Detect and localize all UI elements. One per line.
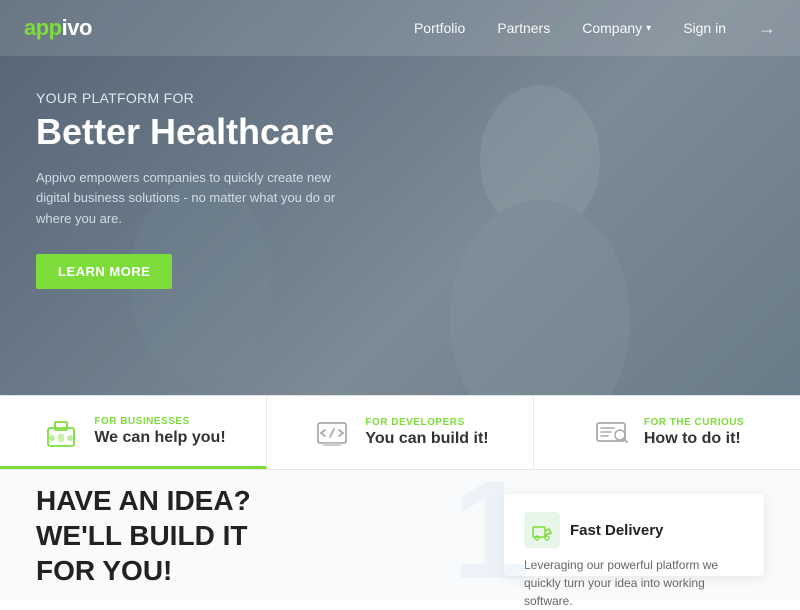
tab-curious-label: FOR THE CURIOUS — [644, 417, 744, 428]
tab-developers-text: FOR DEVELOPERS You can build it! — [365, 417, 488, 448]
tab-businesses-desc: We can help you! — [94, 429, 225, 447]
tab-developers-label: FOR DEVELOPERS — [365, 417, 488, 428]
tab-businesses-label: FOR BUSINESSES — [94, 416, 225, 427]
developers-icon — [311, 412, 353, 454]
tab-developers[interactable]: FOR DEVELOPERS You can build it! — [267, 396, 534, 469]
nav-company-link[interactable]: Company ▾ — [582, 20, 651, 36]
bottom-headline: HAVE AN IDEA? WE'LL BUILD IT FOR YOU! — [36, 483, 472, 588]
hero-subtitle: YOUR PLATFORM FOR — [36, 90, 336, 106]
businesses-icon — [40, 410, 82, 452]
hero-description: Appivo empowers companies to quickly cre… — [36, 168, 336, 230]
tab-businesses[interactable]: FOR BUSINESSES We can help you! — [0, 396, 267, 469]
tab-curious-text: FOR THE CURIOUS How to do it! — [644, 417, 744, 448]
logo-app-text: app — [24, 15, 62, 41]
chevron-down-icon: ▾ — [646, 23, 651, 34]
nav-links: Portfolio Partners Company ▾ Sign in → — [414, 18, 776, 39]
bottom-section: 1 HAVE AN IDEA? WE'LL BUILD IT FOR YOU! … — [0, 470, 800, 600]
hero-content: YOUR PLATFORM FOR Better Healthcare Appi… — [36, 90, 336, 289]
logo[interactable]: appivo — [24, 15, 92, 41]
nav-partners-link[interactable]: Partners — [497, 20, 550, 36]
arrow-icon: → — [758, 18, 776, 39]
tab-curious-desc: How to do it! — [644, 430, 744, 448]
feature-tabs: FOR BUSINESSES We can help you! FOR DEVE… — [0, 395, 800, 470]
curious-icon — [590, 412, 632, 454]
card-description: Leveraging our powerful platform we quic… — [524, 556, 744, 610]
fast-delivery-icon — [524, 512, 560, 548]
logo-ivo-text: ivo — [62, 15, 92, 41]
nav-signin-link[interactable]: Sign in — [683, 20, 726, 36]
hero-title: Better Healthcare — [36, 112, 336, 152]
card-title: Fast Delivery — [570, 522, 663, 539]
hero-section: appivo Portfolio Partners Company ▾ Sign… — [0, 0, 800, 395]
tab-curious[interactable]: FOR THE CURIOUS How to do it! — [534, 396, 800, 469]
feature-card: Fast Delivery Leveraging our powerful pl… — [504, 494, 764, 576]
tab-businesses-text: FOR BUSINESSES We can help you! — [94, 416, 225, 447]
learn-more-button[interactable]: LEARN MORE — [36, 254, 172, 289]
tab-developers-desc: You can build it! — [365, 430, 488, 448]
bottom-left: HAVE AN IDEA? WE'LL BUILD IT FOR YOU! — [36, 494, 472, 576]
card-header: Fast Delivery — [524, 512, 744, 548]
nav-portfolio-link[interactable]: Portfolio — [414, 20, 465, 36]
navbar: appivo Portfolio Partners Company ▾ Sign… — [0, 0, 800, 56]
